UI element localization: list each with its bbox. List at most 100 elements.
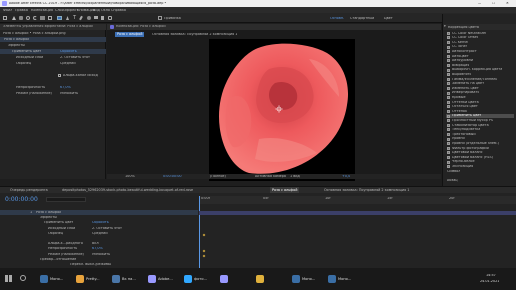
paragraph-panel-tab[interactable]: Абзац xyxy=(447,179,458,182)
timeline-tab[interactable]: Очередь рендеринга xyxy=(8,187,50,193)
active-camera-select[interactable]: Активная камера xyxy=(255,175,286,178)
effect-row[interactable]: Режим (наложение) Умножить xyxy=(0,91,106,96)
workspace-standard[interactable]: Стандартный xyxy=(350,17,374,20)
character-panel-tab[interactable]: Символ xyxy=(447,170,460,173)
keyframe-marker[interactable] xyxy=(202,233,206,237)
keyframe-marker[interactable] xyxy=(202,254,206,258)
menu-window[interactable]: Окно xyxy=(101,9,110,12)
layer-property-value[interactable]: 2. Оставить этот xyxy=(92,227,122,230)
maximize-button[interactable]: ☐ xyxy=(492,2,495,5)
pen-tool-icon[interactable] xyxy=(66,16,69,20)
resolution-select[interactable]: (Полное) xyxy=(210,175,226,178)
menu-layer[interactable]: Слой xyxy=(55,9,64,12)
timeline-tabs: Очередь рендеринга depositphotos_52962039… xyxy=(0,187,516,193)
close-button[interactable]: ✕ xyxy=(506,2,509,5)
taskbar-app[interactable] xyxy=(254,272,266,286)
effect-preset-label: Оттенки цвета xyxy=(452,100,479,104)
type-tool-icon[interactable]: T xyxy=(73,15,76,21)
layer-property-value[interactable]: Средний xyxy=(92,232,108,235)
minimize-button[interactable]: — xyxy=(478,2,481,5)
taskbar-app-label: Pretty... xyxy=(86,277,100,281)
menu-edit[interactable]: Правка xyxy=(15,9,28,12)
eraser-tool-icon[interactable] xyxy=(94,16,98,19)
time-ruler[interactable]: 0:00f 05f 10f 15f 20f xyxy=(199,196,516,204)
pan-behind-tool-icon[interactable] xyxy=(48,16,52,20)
effect-row[interactable] xyxy=(0,79,106,84)
taskbar-app[interactable]: Моно... xyxy=(326,272,353,286)
clock-date[interactable]: 24.01.2021 xyxy=(480,280,499,283)
composition-viewer: Композиция: Роза с альфой Роза с альфой … xyxy=(107,24,441,181)
effect-row[interactable]: Альфа-канал исход xyxy=(0,73,106,78)
workspace-basic[interactable]: Основн. xyxy=(330,17,344,20)
windows-start-icon[interactable] xyxy=(5,275,12,282)
effect-row[interactable]: Образец Средний xyxy=(0,61,106,66)
layer-property-value[interactable]: Вкл xyxy=(92,242,99,245)
timeline-tab[interactable]: Основная заливка: Поуправляй 2 композици… xyxy=(322,187,411,193)
taskbar-app[interactable]: Adobe... xyxy=(146,272,175,286)
zoom-tool-icon[interactable] xyxy=(26,16,30,20)
composition-canvas[interactable] xyxy=(209,39,355,181)
exposure-value[interactable]: +0,0 xyxy=(342,175,350,178)
menu-file[interactable]: Файл xyxy=(3,9,12,12)
playhead[interactable] xyxy=(199,196,200,268)
timeline-search-input[interactable] xyxy=(46,197,86,202)
effect-row-value[interactable]: 2. Оставить этот xyxy=(60,56,90,59)
taskbar-app[interactable] xyxy=(218,272,230,286)
search-taskbar-icon[interactable] xyxy=(20,275,26,281)
taskbar-app[interactable]: фото... xyxy=(182,272,209,286)
taskbar-app[interactable]: Pretty... xyxy=(74,272,102,286)
snap-checkbox[interactable] xyxy=(158,16,162,20)
checkbox[interactable] xyxy=(58,74,61,77)
hand-tool-icon[interactable] xyxy=(19,16,23,20)
breadcrumb-next[interactable]: Основная заливка: Поуправляй 2 композици… xyxy=(152,33,237,36)
home-icon[interactable] xyxy=(3,16,7,20)
effect-row-value[interactable]: 67,0% xyxy=(60,86,71,89)
viewer-timecode[interactable]: 0:00:00:00 xyxy=(163,175,182,178)
effect-row-value[interactable]: Сбросить xyxy=(60,50,77,53)
menu-view[interactable]: Вид xyxy=(93,9,100,12)
puppet-tool-icon[interactable] xyxy=(108,16,112,20)
breadcrumb-active[interactable]: Роза с альфой xyxy=(115,32,145,38)
roto-brush-icon[interactable] xyxy=(101,16,104,20)
timeline-layer-row[interactable]: Перекл. выкл./режимы xyxy=(0,262,198,267)
taskbar-app[interactable]: Вк на... xyxy=(110,272,138,286)
shape-tool-icon[interactable] xyxy=(57,16,62,20)
effect-row-value[interactable]: Альфа-канал исход xyxy=(63,74,98,77)
menu-help[interactable]: Справка xyxy=(111,9,126,12)
effect-row[interactable]: Роза с альфой xyxy=(0,37,106,42)
effect-row[interactable]: Исходный слой 2. Оставить этот xyxy=(0,55,106,60)
effect-row[interactable]: Эффекты xyxy=(0,43,106,48)
menu-composition[interactable]: Композиция xyxy=(31,9,53,12)
timecode-display[interactable]: 0:00:00:00 xyxy=(5,197,38,203)
selection-tool-icon[interactable] xyxy=(12,16,16,20)
composition-tab[interactable]: Композиция: Роза с альфой xyxy=(107,24,441,30)
effect-row[interactable]: Непрозрачность 67,0% xyxy=(0,85,106,90)
clone-tool-icon[interactable] xyxy=(87,16,91,20)
effect-row[interactable] xyxy=(0,67,106,72)
layer-property-value[interactable]: Сбросить xyxy=(92,221,109,224)
effect-controls-tab[interactable]: Элементы управления эффектами: Роза с ал… xyxy=(0,24,106,30)
layer-bar[interactable] xyxy=(199,211,516,215)
color-correction-category[interactable]: Коррекция цвета xyxy=(448,26,479,29)
effect-preset-item[interactable]: Экспозиция xyxy=(446,164,514,169)
workspace-color[interactable]: Цвет xyxy=(384,17,393,20)
camera-tool-icon[interactable] xyxy=(40,16,45,20)
clock-time[interactable]: 14:57 xyxy=(486,274,496,277)
taskbar-app[interactable]: Моно... xyxy=(38,272,65,286)
timeline-tab[interactable]: depositphotos_52962039-stock-photo-beaut… xyxy=(60,187,195,193)
taskbar-app[interactable]: Моно... xyxy=(290,272,317,286)
timeline-tab[interactable]: Роза с альфой xyxy=(270,187,300,193)
effect-row-value[interactable]: Умножить xyxy=(60,92,78,95)
views-select[interactable]: 1 вид xyxy=(290,175,300,178)
rotate-tool-icon[interactable] xyxy=(33,16,37,20)
effect-row[interactable]: Применить цвет Сбросить xyxy=(0,49,106,54)
effect-icon xyxy=(447,40,450,44)
zoom-level[interactable]: 100% xyxy=(125,175,135,178)
keyframe-marker[interactable] xyxy=(202,249,206,253)
layer-property-value[interactable]: Умножить xyxy=(92,253,110,256)
effect-row-value[interactable]: Средний xyxy=(60,62,76,65)
chevron-down-icon[interactable]: ▾ xyxy=(444,25,446,28)
layer-property-value[interactable]: Перекл. выкл./режимы xyxy=(70,263,111,266)
layer-property-value[interactable]: 67,0% xyxy=(92,247,103,250)
brush-tool-icon[interactable] xyxy=(79,15,83,21)
